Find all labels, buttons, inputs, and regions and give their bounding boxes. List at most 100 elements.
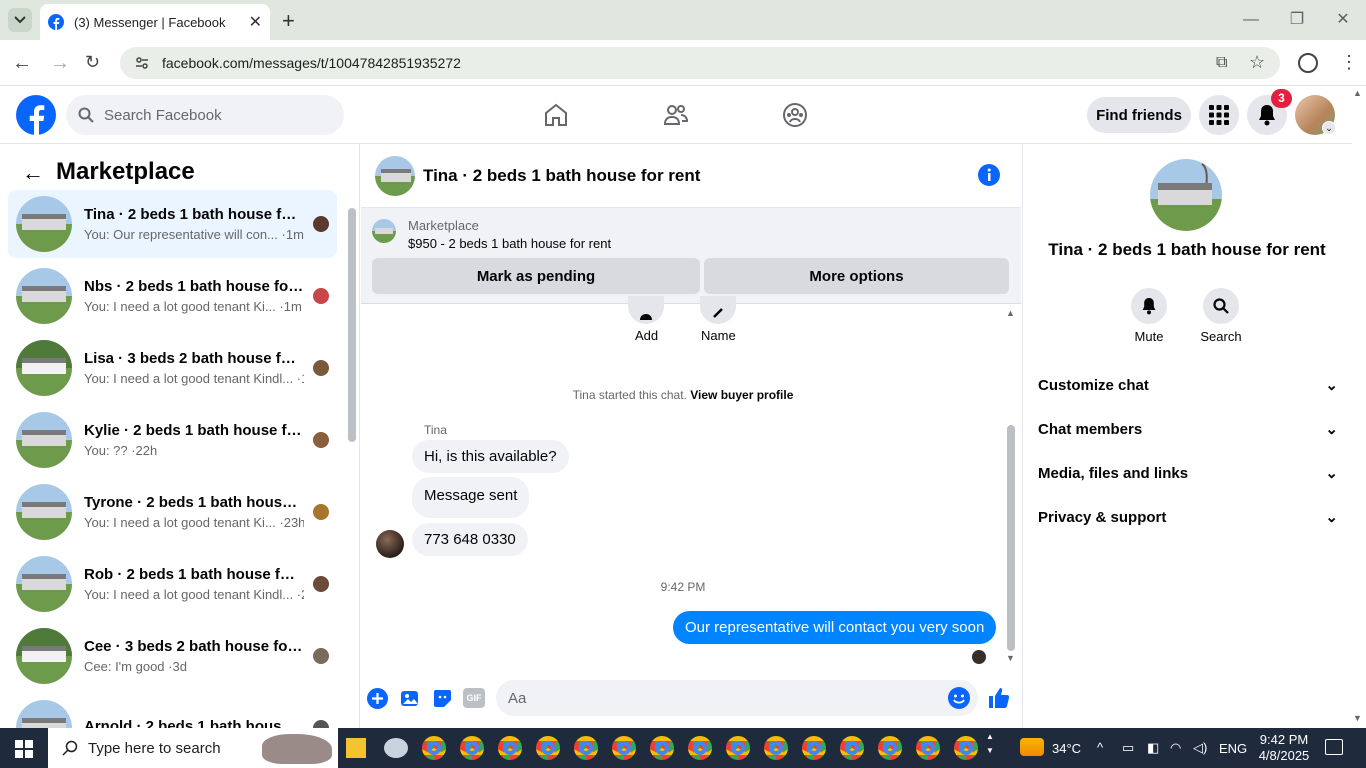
menu-grid-button[interactable]: [1199, 95, 1239, 135]
volume-icon[interactable]: ◁): [1193, 740, 1207, 756]
listing-avatar: [16, 268, 72, 324]
incoming-message[interactable]: Hi, is this available?: [412, 440, 569, 473]
gif-button[interactable]: GIF: [463, 688, 485, 708]
page-scroll-up-icon[interactable]: ▲: [1353, 88, 1362, 98]
chrome-taskbar-icon[interactable]: [954, 736, 978, 760]
listing-title[interactable]: $950 - 2 beds 1 bath house for rent: [408, 236, 611, 251]
thumbs-up-icon[interactable]: [987, 686, 1011, 710]
thread-name: Cee · 3 beds 2 bath house for rent: [84, 638, 304, 655]
facebook-search[interactable]: Search Facebook: [66, 95, 344, 135]
page-scroll-down-icon[interactable]: ▼: [1353, 713, 1362, 723]
section-media-files-links[interactable]: Media, files and links ⌄: [1038, 464, 1338, 483]
thread-scrollbar[interactable]: [348, 208, 356, 442]
clock[interactable]: 9:42 PM 4/8/2025: [1258, 732, 1310, 764]
info-icon[interactable]: [978, 164, 1000, 186]
chrome-taskbar-icon[interactable]: [650, 736, 674, 760]
tab-list-button[interactable]: [8, 8, 32, 32]
chrome-taskbar-icon[interactable]: [878, 736, 902, 760]
name-chat-button[interactable]: [700, 296, 736, 324]
photo-icon[interactable]: [400, 688, 421, 709]
thread-item[interactable]: Nbs · 2 beds 1 bath house for ... You: I …: [8, 262, 337, 330]
plus-circle-icon[interactable]: [367, 688, 388, 709]
profile-icon[interactable]: [1298, 53, 1318, 73]
scroll-down-icon[interactable]: ▼: [1006, 653, 1015, 663]
add-person-button[interactable]: [628, 296, 664, 324]
menu-dots-icon[interactable]: ⋮: [1340, 52, 1358, 73]
reload-icon[interactable]: ↻: [85, 52, 100, 73]
chrome-taskbar-icon[interactable]: [612, 736, 636, 760]
mark-as-pending-button[interactable]: Mark as pending: [372, 258, 700, 294]
language-indicator[interactable]: ENG: [1219, 741, 1247, 756]
new-tab-icon[interactable]: +: [282, 8, 295, 34]
chat-scrollbar[interactable]: [1007, 425, 1015, 651]
close-window-icon[interactable]: ✕: [1320, 0, 1366, 40]
notification-badge: 3: [1271, 89, 1292, 108]
thread-item[interactable]: Rob · 2 beds 1 bath house for rent You: I…: [8, 550, 337, 618]
find-friends-button[interactable]: Find friends: [1087, 97, 1191, 133]
chrome-taskbar-icon[interactable]: [688, 736, 712, 760]
chevron-down-icon: ⌄: [1325, 377, 1338, 394]
thread-item[interactable]: Cee · 3 beds 2 bath house for rent Cee: I…: [8, 622, 337, 690]
section-label: Privacy & support: [1038, 508, 1167, 526]
section-customize-chat[interactable]: Customize chat ⌄: [1038, 376, 1338, 395]
details-title: Tina · 2 beds 1 bath house for rent: [1048, 240, 1326, 259]
restore-icon[interactable]: ❐: [1274, 0, 1320, 40]
participant-avatar: [313, 576, 329, 592]
chrome-taskbar-icon[interactable]: [840, 736, 864, 760]
chrome-taskbar-icon[interactable]: [764, 736, 788, 760]
address-bar[interactable]: facebook.com/messages/t/1004784285193527…: [120, 47, 1280, 79]
section-chat-members[interactable]: Chat members ⌄: [1038, 420, 1338, 439]
incoming-message[interactable]: 773 648 0330: [412, 523, 528, 556]
home-icon[interactable]: [543, 102, 569, 128]
tray-chevron-icon[interactable]: ^: [1097, 740, 1103, 755]
back-arrow-icon[interactable]: ←: [22, 160, 44, 186]
weather-temp[interactable]: 34°C: [1052, 741, 1081, 756]
wifi-icon[interactable]: ◠: [1170, 740, 1181, 756]
friends-icon[interactable]: [663, 102, 689, 128]
thread-item[interactable]: Tyrone · 2 beds 1 bath house f... You: I …: [8, 478, 337, 546]
chrome-taskbar-icon[interactable]: [460, 736, 484, 760]
taskbar-scroll-icon[interactable]: ▲ ▼: [986, 730, 994, 758]
chrome-taskbar-icon[interactable]: [726, 736, 750, 760]
emoji-icon[interactable]: [948, 687, 970, 709]
chrome-taskbar-icon[interactable]: [498, 736, 522, 760]
search-chat-button[interactable]: [1203, 288, 1239, 324]
chrome-taskbar-icon[interactable]: [536, 736, 560, 760]
install-app-icon[interactable]: ⧉: [1216, 54, 1227, 72]
chrome-taskbar-icon[interactable]: [574, 736, 598, 760]
sticky-notes-icon[interactable]: [346, 738, 366, 758]
thread-item[interactable]: Lisa · 3 beds 2 bath house for rent You: …: [8, 334, 337, 402]
facebook-logo-icon[interactable]: [16, 95, 56, 135]
outgoing-message[interactable]: Our representative will contact you very…: [673, 611, 997, 644]
notification-center-icon[interactable]: [1325, 739, 1343, 755]
groups-icon[interactable]: [782, 102, 808, 128]
browser-tab[interactable]: (3) Messenger | Facebook ✕: [40, 4, 270, 40]
chat-title: Tina · 2 beds 1 bath house for rent: [423, 165, 701, 185]
minimize-icon[interactable]: —: [1228, 0, 1274, 40]
forward-icon[interactable]: →: [50, 52, 70, 75]
incoming-message[interactable]: Message sent: [412, 477, 530, 518]
back-icon[interactable]: ←: [12, 52, 32, 75]
windows-start-icon[interactable]: [15, 740, 33, 758]
view-buyer-profile-link[interactable]: View buyer profile: [690, 388, 793, 402]
chrome-taskbar-icon[interactable]: [916, 736, 940, 760]
sender-avatar: [376, 530, 404, 558]
thread-name: Nbs · 2 beds 1 bath house for ...: [84, 278, 304, 295]
listing-avatar: [16, 556, 72, 612]
bookmark-star-icon[interactable]: ☆: [1249, 52, 1265, 73]
grid-icon: [1209, 105, 1229, 125]
thread-item[interactable]: Kylie · 2 beds 1 bath house for... You: ?…: [8, 406, 337, 474]
more-options-button[interactable]: More options: [704, 258, 1009, 294]
chrome-taskbar-icon[interactable]: [802, 736, 826, 760]
thread-snippet: You: I need a lot good tenant Ki... ·1m: [84, 299, 302, 314]
account-chevron-icon[interactable]: ⌄: [1322, 121, 1336, 135]
section-privacy-support[interactable]: Privacy & support ⌄: [1038, 508, 1338, 527]
tab-close-icon[interactable]: ✕: [249, 12, 262, 32]
paint-app-icon[interactable]: [384, 738, 408, 758]
message-input[interactable]: Aa: [496, 680, 978, 716]
chrome-taskbar-icon[interactable]: [422, 736, 446, 760]
sticker-icon[interactable]: [432, 688, 453, 709]
scroll-up-icon[interactable]: ▲: [1006, 308, 1015, 318]
mute-button[interactable]: [1131, 288, 1167, 324]
thread-item[interactable]: Tina · 2 beds 1 bath house for ... You: O…: [8, 190, 337, 258]
